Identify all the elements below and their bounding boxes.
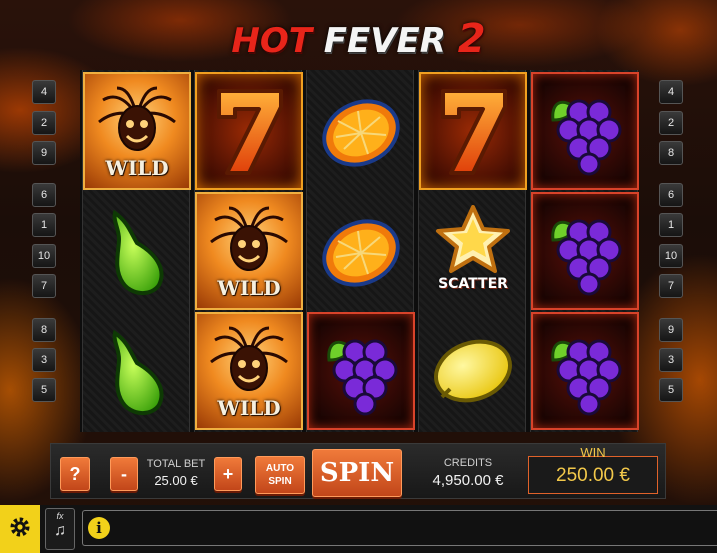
reel-1: WILD bbox=[82, 70, 191, 432]
win-value: 250.00 € bbox=[556, 465, 630, 486]
grapes-icon bbox=[317, 326, 405, 416]
win-label: WIN bbox=[580, 445, 606, 460]
symbol-orange bbox=[307, 72, 415, 190]
reel-4: SCATTER bbox=[418, 70, 527, 432]
orange-icon bbox=[316, 91, 406, 171]
win-box: WIN 250.00 € bbox=[528, 445, 658, 494]
left-payline-9: 9 bbox=[32, 141, 56, 165]
left-payline-4: 4 bbox=[32, 80, 56, 104]
left-payline-3: 3 bbox=[32, 348, 56, 372]
autospin-label-line2: SPIN bbox=[268, 476, 292, 487]
symbol-grapes bbox=[531, 72, 639, 190]
symbol-grapes bbox=[307, 312, 415, 430]
orange-icon bbox=[316, 211, 406, 291]
info-bar: i bbox=[82, 510, 717, 546]
right-payline-6: 6 bbox=[659, 183, 683, 207]
left-payline-5: 5 bbox=[32, 378, 56, 402]
right-payline-2: 2 bbox=[659, 111, 683, 135]
wild-label: WILD bbox=[217, 396, 281, 420]
reels-area: WILD WILD WILD SCATTER bbox=[80, 70, 639, 432]
left-payline-7: 7 bbox=[32, 274, 56, 298]
left-payline-6: 6 bbox=[32, 183, 56, 207]
symbol-orange bbox=[307, 192, 415, 310]
right-payline-8: 8 bbox=[659, 141, 683, 165]
autospin-label-line1: AUTO bbox=[265, 463, 295, 474]
help-button[interactable]: ? bbox=[60, 457, 90, 491]
logo-number: 2 bbox=[457, 16, 486, 62]
game-logo: HOT FEVER 2 bbox=[0, 16, 717, 62]
symbol-grapes bbox=[531, 312, 639, 430]
right-payline-1: 1 bbox=[659, 213, 683, 237]
symbol-pear bbox=[83, 312, 191, 430]
wild-label: WILD bbox=[105, 156, 169, 180]
reel-5 bbox=[530, 70, 639, 432]
grapes-icon bbox=[541, 326, 629, 416]
logo-fever: FEVER bbox=[323, 21, 446, 61]
total-bet-value: 25.00 € bbox=[154, 473, 198, 488]
wild-label: WILD bbox=[217, 276, 281, 300]
grapes-icon bbox=[541, 206, 629, 296]
reel-2: WILD WILD bbox=[194, 70, 303, 432]
left-payline-2: 2 bbox=[32, 111, 56, 135]
right-payline-9: 9 bbox=[659, 318, 683, 342]
left-payline-1: 1 bbox=[32, 213, 56, 237]
seven-icon bbox=[209, 83, 289, 179]
sound-settings-button[interactable]: fx ♫ bbox=[45, 508, 75, 550]
grapes-icon bbox=[541, 86, 629, 176]
bet-increase-button[interactable]: + bbox=[214, 457, 242, 491]
credits-label: CREDITS bbox=[443, 457, 493, 469]
settings-button[interactable] bbox=[0, 505, 40, 553]
symbol-pear bbox=[83, 192, 191, 310]
logo-hot: HOT bbox=[231, 21, 312, 61]
credits-value: 4,950.00 € bbox=[432, 472, 504, 489]
fx-label: fx bbox=[56, 511, 64, 521]
scatter-label: SCATTER bbox=[438, 276, 508, 292]
autospin-button[interactable]: AUTO SPIN bbox=[255, 456, 305, 494]
symbol-wild: WILD bbox=[195, 192, 303, 310]
total-bet-label: TOTAL BET bbox=[146, 458, 206, 470]
reel-3 bbox=[306, 70, 415, 432]
left-payline-8: 8 bbox=[32, 318, 56, 342]
spin-button[interactable]: SPIN bbox=[312, 449, 402, 497]
right-payline-5: 5 bbox=[659, 378, 683, 402]
info-icon[interactable]: i bbox=[88, 517, 110, 539]
right-payline-3: 3 bbox=[659, 348, 683, 372]
symbol-scatter: SCATTER bbox=[419, 192, 527, 310]
symbol-grapes bbox=[531, 192, 639, 310]
symbol-lemon bbox=[419, 312, 527, 430]
right-payline-4: 4 bbox=[659, 80, 683, 104]
music-note-icon: ♫ bbox=[54, 522, 66, 539]
gear-icon bbox=[7, 514, 33, 545]
right-payline-7: 7 bbox=[659, 274, 683, 298]
left-payline-10: 10 bbox=[32, 244, 56, 268]
seven-icon bbox=[433, 83, 513, 179]
symbol-wild: WILD bbox=[195, 312, 303, 430]
wild-icon bbox=[207, 206, 291, 278]
symbol-seven bbox=[195, 72, 303, 190]
scatter-icon bbox=[430, 205, 516, 275]
pear-icon bbox=[97, 203, 177, 299]
right-payline-10: 10 bbox=[659, 244, 683, 268]
symbol-wild: WILD bbox=[83, 72, 191, 190]
pear-icon bbox=[97, 323, 177, 419]
lemon-icon bbox=[428, 331, 518, 411]
wild-icon bbox=[95, 86, 179, 158]
bet-decrease-button[interactable]: - bbox=[110, 457, 138, 491]
symbol-seven bbox=[419, 72, 527, 190]
wild-icon bbox=[207, 326, 291, 398]
